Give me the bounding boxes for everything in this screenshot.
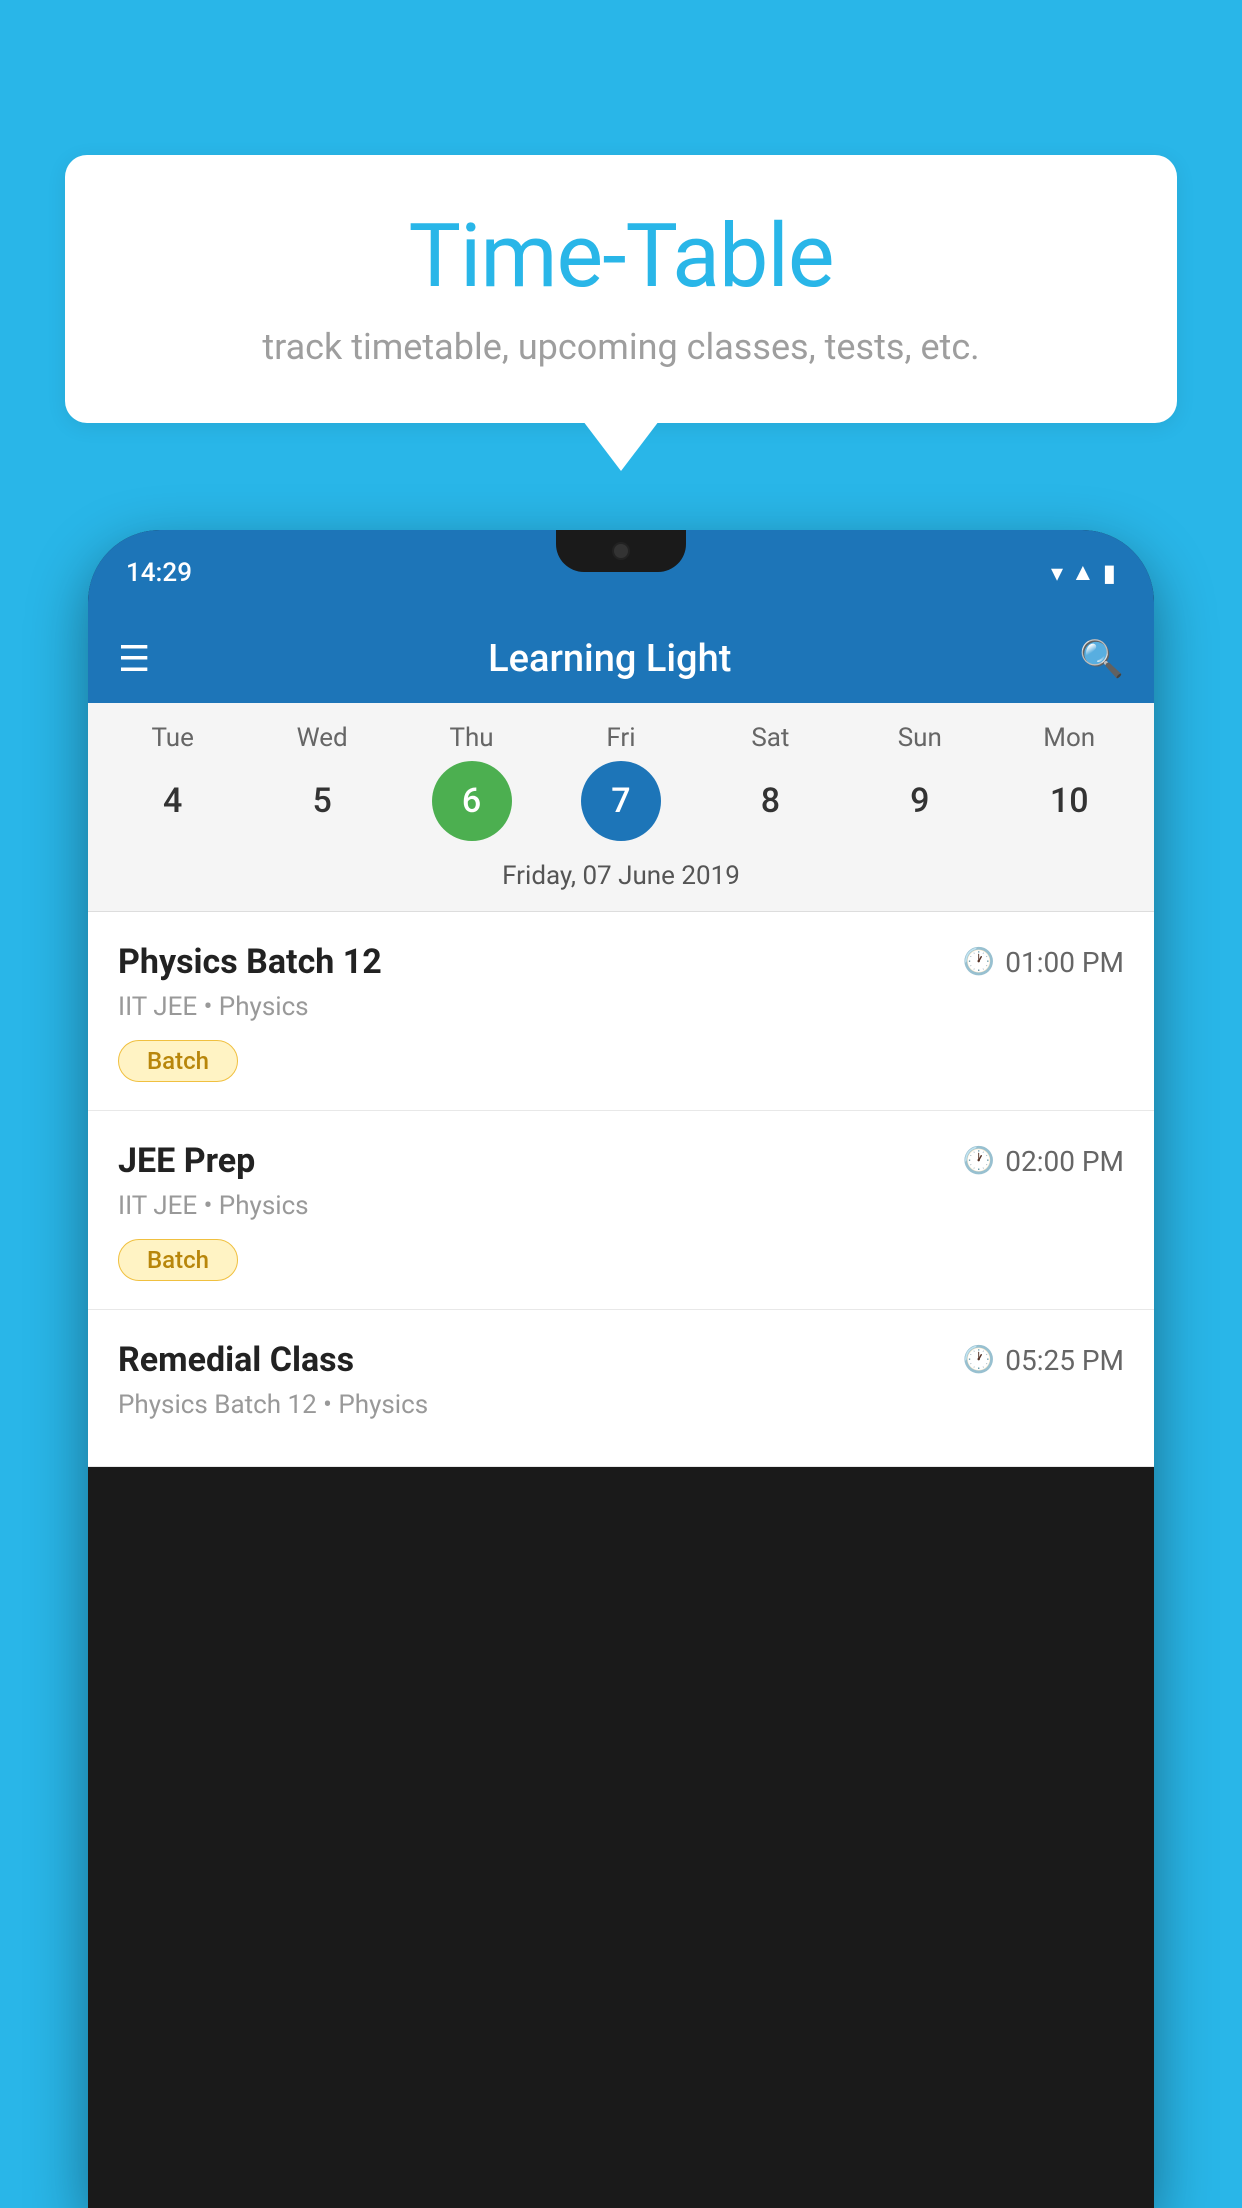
schedule-title-2: JEE Prep — [118, 1141, 255, 1181]
phone-body: 14:29 ▾ ▲ ▮ ☰ Learning Light 🔍 Tue Wed T… — [88, 530, 1154, 2208]
schedule-time-2: 🕐 02:00 PM — [963, 1145, 1124, 1178]
notch — [556, 530, 686, 572]
day-header-fri: Fri — [581, 723, 661, 753]
schedule-subtitle-2: IIT JEE • Physics — [118, 1191, 1124, 1221]
day-6-today[interactable]: 6 — [432, 761, 512, 841]
day-10[interactable]: 10 — [1029, 761, 1109, 841]
status-icons: ▾ ▲ ▮ — [1051, 558, 1116, 587]
schedule-subtitle-1: IIT JEE • Physics — [118, 992, 1124, 1022]
schedule-time-3: 🕐 05:25 PM — [963, 1344, 1124, 1377]
batch-tag-1: Batch — [118, 1040, 238, 1082]
schedule-item-2[interactable]: JEE Prep 🕐 02:00 PM IIT JEE • Physics Ba… — [88, 1111, 1154, 1310]
wifi-icon: ▾ — [1051, 559, 1063, 587]
schedule-item-3-header: Remedial Class 🕐 05:25 PM — [118, 1340, 1124, 1380]
day-8[interactable]: 8 — [730, 761, 810, 841]
schedule-title-3: Remedial Class — [118, 1340, 354, 1380]
schedule-title-1: Physics Batch 12 — [118, 942, 382, 982]
clock-icon-3: 🕐 — [963, 1345, 995, 1375]
schedule-item-1[interactable]: Physics Batch 12 🕐 01:00 PM IIT JEE • Ph… — [88, 912, 1154, 1111]
schedule-subtitle-3: Physics Batch 12 • Physics — [118, 1390, 1124, 1420]
day-header-mon: Mon — [1029, 723, 1109, 753]
day-header-tue: Tue — [133, 723, 213, 753]
selected-date-label: Friday, 07 June 2019 — [88, 853, 1154, 912]
batch-tag-2: Batch — [118, 1239, 238, 1281]
calendar-strip: Tue Wed Thu Fri Sat Sun Mon 4 5 6 7 8 9 … — [88, 703, 1154, 912]
app-bar-title: Learning Light — [140, 637, 1079, 681]
day-header-sat: Sat — [730, 723, 810, 753]
schedule-item-2-header: JEE Prep 🕐 02:00 PM — [118, 1141, 1124, 1181]
schedule-time-1: 🕐 01:00 PM — [963, 946, 1124, 979]
day-header-sun: Sun — [880, 723, 960, 753]
search-icon[interactable]: 🔍 — [1079, 638, 1124, 680]
battery-icon: ▮ — [1103, 559, 1116, 587]
clock-icon-1: 🕐 — [963, 947, 995, 977]
page-subtitle: track timetable, upcoming classes, tests… — [125, 326, 1117, 368]
schedule-item-3[interactable]: Remedial Class 🕐 05:25 PM Physics Batch … — [88, 1310, 1154, 1467]
status-time: 14:29 — [126, 558, 192, 588]
day-numbers: 4 5 6 7 8 9 10 — [88, 761, 1154, 841]
day-headers: Tue Wed Thu Fri Sat Sun Mon — [88, 723, 1154, 753]
day-4[interactable]: 4 — [133, 761, 213, 841]
day-header-wed: Wed — [282, 723, 362, 753]
app-bar: ☰ Learning Light 🔍 — [88, 615, 1154, 703]
clock-icon-2: 🕐 — [963, 1146, 995, 1176]
page-title: Time-Table — [125, 205, 1117, 308]
day-header-thu: Thu — [432, 723, 512, 753]
day-7-selected[interactable]: 7 — [581, 761, 661, 841]
schedule-item-1-header: Physics Batch 12 🕐 01:00 PM — [118, 942, 1124, 982]
signal-icon: ▲ — [1071, 558, 1095, 587]
day-9[interactable]: 9 — [880, 761, 960, 841]
schedule-list: Physics Batch 12 🕐 01:00 PM IIT JEE • Ph… — [88, 912, 1154, 1467]
speech-bubble-container: Time-Table track timetable, upcoming cla… — [65, 155, 1177, 423]
speech-bubble: Time-Table track timetable, upcoming cla… — [65, 155, 1177, 423]
day-5[interactable]: 5 — [282, 761, 362, 841]
phone-wrapper: 14:29 ▾ ▲ ▮ ☰ Learning Light 🔍 Tue Wed T… — [88, 530, 1154, 2208]
camera — [612, 542, 630, 560]
status-bar: 14:29 ▾ ▲ ▮ — [88, 530, 1154, 615]
